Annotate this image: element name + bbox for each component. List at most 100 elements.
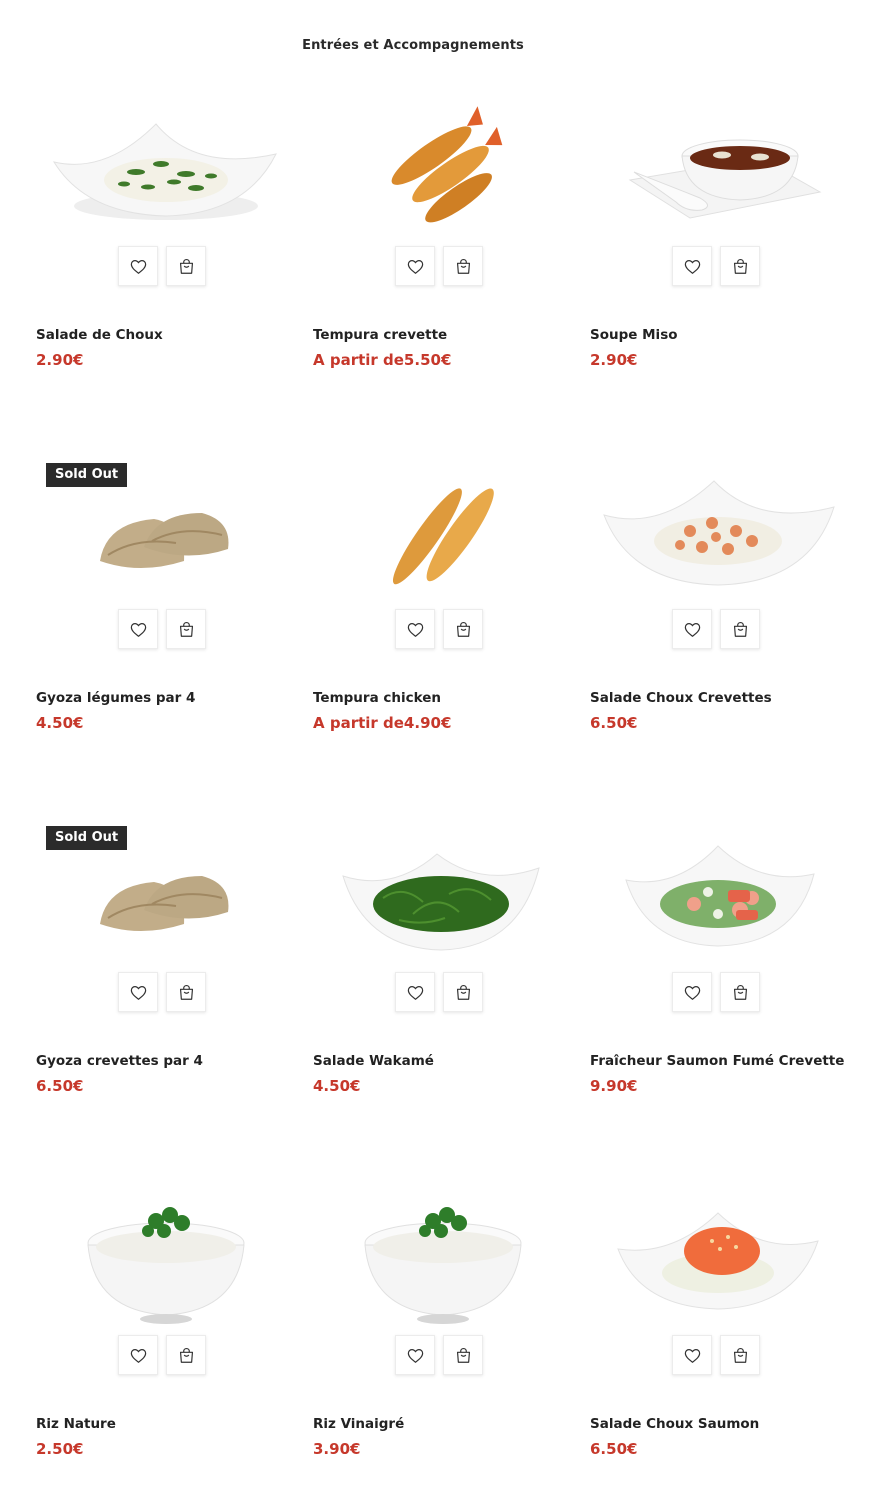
section-title: Entrées et Accompagnements xyxy=(302,38,524,53)
wishlist-button[interactable] xyxy=(118,609,158,649)
product-image[interactable] xyxy=(36,828,298,968)
shopping-bag-icon xyxy=(454,257,473,276)
wishlist-button[interactable] xyxy=(672,246,712,286)
product-price: 6.50€ xyxy=(590,714,638,732)
heart-icon xyxy=(683,1346,702,1365)
product-card[interactable]: Sold Out Gyoza légumes par 4 4.50€ xyxy=(36,463,298,783)
add-to-cart-button[interactable] xyxy=(720,246,760,286)
heart-icon xyxy=(129,257,148,276)
product-name[interactable]: Gyoza légumes par 4 xyxy=(36,690,195,706)
add-to-cart-button[interactable] xyxy=(443,1335,483,1375)
product-name[interactable]: Gyoza crevettes par 4 xyxy=(36,1053,203,1069)
product-price: A partir de4.90€ xyxy=(313,714,452,732)
heart-icon xyxy=(683,983,702,1002)
heart-icon xyxy=(129,1346,148,1365)
product-image[interactable] xyxy=(313,1191,575,1331)
product-image[interactable] xyxy=(590,828,852,968)
salmon-shrimp-salad-image xyxy=(625,845,815,947)
heart-icon xyxy=(129,620,148,639)
product-image[interactable] xyxy=(590,102,852,242)
product-image[interactable] xyxy=(313,102,575,242)
add-to-cart-button[interactable] xyxy=(443,609,483,649)
heart-icon xyxy=(406,620,425,639)
add-to-cart-button[interactable] xyxy=(720,1335,760,1375)
product-card[interactable]: Salade Choux Saumon 6.50€ xyxy=(590,1189,852,1500)
product-image[interactable] xyxy=(590,465,852,605)
product-image[interactable] xyxy=(36,102,298,242)
wishlist-button[interactable] xyxy=(672,609,712,649)
product-actions xyxy=(395,1335,483,1375)
product-name[interactable]: Soupe Miso xyxy=(590,327,678,343)
add-to-cart-button[interactable] xyxy=(166,972,206,1012)
product-price: 3.90€ xyxy=(313,1440,361,1458)
wishlist-button[interactable] xyxy=(395,1335,435,1375)
product-actions xyxy=(118,609,206,649)
heart-icon xyxy=(406,983,425,1002)
product-name[interactable]: Salade Choux Crevettes xyxy=(590,690,772,706)
product-actions xyxy=(672,246,760,286)
gyoza-image xyxy=(100,513,229,568)
rice-bowl-image xyxy=(87,1207,245,1324)
heart-icon xyxy=(406,257,425,276)
product-name[interactable]: Salade de Choux xyxy=(36,327,163,343)
wishlist-button[interactable] xyxy=(672,972,712,1012)
product-price: A partir de5.50€ xyxy=(313,351,452,369)
add-to-cart-button[interactable] xyxy=(443,972,483,1012)
product-actions xyxy=(395,972,483,1012)
product-actions xyxy=(672,1335,760,1375)
product-card[interactable]: Soupe Miso 2.90€ xyxy=(590,100,852,420)
add-to-cart-button[interactable] xyxy=(166,246,206,286)
product-card[interactable]: Salade Wakamé 4.50€ xyxy=(313,826,575,1146)
wishlist-button[interactable] xyxy=(395,609,435,649)
wishlist-button[interactable] xyxy=(118,1335,158,1375)
product-name[interactable]: Riz Nature xyxy=(36,1416,116,1432)
wishlist-button[interactable] xyxy=(118,972,158,1012)
shopping-bag-icon xyxy=(177,983,196,1002)
add-to-cart-button[interactable] xyxy=(166,1335,206,1375)
wishlist-button[interactable] xyxy=(118,246,158,286)
product-card[interactable]: Riz Nature 2.50€ xyxy=(36,1189,298,1500)
add-to-cart-button[interactable] xyxy=(443,246,483,286)
product-price: 6.50€ xyxy=(590,1440,638,1458)
product-card[interactable]: Fraîcheur Saumon Fumé Crevette 9.90€ xyxy=(590,826,852,1146)
product-card[interactable]: Riz Vinaigré 3.90€ xyxy=(313,1189,575,1500)
product-price: 6.50€ xyxy=(36,1077,84,1095)
wishlist-button[interactable] xyxy=(672,1335,712,1375)
heart-icon xyxy=(129,983,148,1002)
shopping-bag-icon xyxy=(731,983,750,1002)
add-to-cart-button[interactable] xyxy=(720,609,760,649)
rice-bowl-image xyxy=(364,1207,522,1324)
product-price: 4.50€ xyxy=(36,714,84,732)
wishlist-button[interactable] xyxy=(395,246,435,286)
product-image[interactable] xyxy=(36,1191,298,1331)
product-image[interactable] xyxy=(313,465,575,605)
add-to-cart-button[interactable] xyxy=(720,972,760,1012)
product-card[interactable]: Sold Out Gyoza crevettes par 4 6.50€ xyxy=(36,826,298,1146)
wishlist-button[interactable] xyxy=(395,972,435,1012)
product-name[interactable]: Salade Choux Saumon xyxy=(590,1416,759,1432)
product-name[interactable]: Tempura chicken xyxy=(313,690,441,706)
product-actions xyxy=(395,609,483,649)
product-price: 2.90€ xyxy=(36,351,84,369)
product-image[interactable] xyxy=(36,465,298,605)
heart-icon xyxy=(683,257,702,276)
product-actions xyxy=(672,972,760,1012)
shopping-bag-icon xyxy=(731,620,750,639)
shopping-bag-icon xyxy=(731,257,750,276)
product-card[interactable]: Salade Choux Crevettes 6.50€ xyxy=(590,463,852,783)
product-actions xyxy=(118,246,206,286)
product-card[interactable]: Tempura chicken A partir de4.90€ xyxy=(313,463,575,783)
product-card[interactable]: Salade de Choux 2.90€ xyxy=(36,100,298,420)
product-name[interactable]: Salade Wakamé xyxy=(313,1053,434,1069)
product-name[interactable]: Riz Vinaigré xyxy=(313,1416,404,1432)
product-image[interactable] xyxy=(313,828,575,968)
product-image[interactable] xyxy=(590,1191,852,1331)
product-price: 4.50€ xyxy=(313,1077,361,1095)
add-to-cart-button[interactable] xyxy=(166,609,206,649)
product-actions xyxy=(118,1335,206,1375)
product-name[interactable]: Tempura crevette xyxy=(313,327,447,343)
cabbage-salad-dish-image xyxy=(52,123,277,220)
cabbage-salmon-salad-image xyxy=(617,1212,819,1310)
product-card[interactable]: Tempura crevette A partir de5.50€ xyxy=(313,100,575,420)
product-name[interactable]: Fraîcheur Saumon Fumé Crevette xyxy=(590,1053,844,1069)
